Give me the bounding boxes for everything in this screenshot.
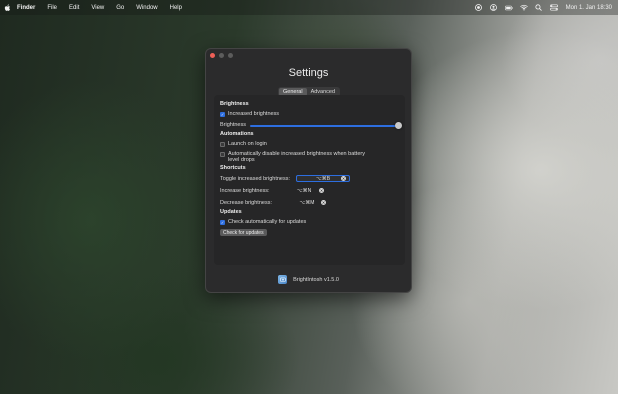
increased-brightness-option[interactable]: ✓ Increased brightness [220,111,279,117]
window-title: Settings [288,67,329,79]
search-icon[interactable] [535,4,543,12]
app-version: BrightIntosh v1.5.0 [293,276,339,283]
decrease-brightness-shortcut-field[interactable]: ⌥⌘M [289,199,325,206]
brightness-slider-track[interactable] [250,125,398,127]
decrease-brightness-shortcut-label: Decrease brightness: [220,200,272,206]
toggle-brightness-shortcut-label: Toggle increased brightness: [220,176,291,182]
brightintosh-app-icon [278,275,288,284]
minimize-window-button[interactable] [219,53,224,58]
launch-on-login-checkbox[interactable] [220,141,225,147]
control-center-icon[interactable] [549,4,558,12]
window-controls [210,53,237,58]
menu-window[interactable]: Window [136,5,157,11]
launch-on-login-label: Launch on login [228,141,267,147]
increased-brightness-checkbox[interactable]: ✓ [220,111,225,117]
battery-icon[interactable] [504,4,513,12]
wifi-icon[interactable] [519,4,528,12]
menu-help[interactable]: Help [170,5,182,11]
menu-view[interactable]: View [91,5,104,11]
close-window-button[interactable] [210,53,215,58]
settings-panel: Brightness ✓ Increased brightness Bright… [214,95,405,265]
increase-brightness-shortcut-label: Increase brightness: [220,188,270,194]
toggle-brightness-shortcut-value: ⌥⌘B [315,175,331,182]
launch-on-login-option[interactable]: Launch on login [220,141,267,147]
check-for-updates-button[interactable]: Check for updates [220,229,267,236]
decrease-brightness-shortcut-value: ⌥⌘M [299,199,315,206]
increase-brightness-shortcut-value: ⌥⌘N [296,187,312,194]
auto-update-option[interactable]: ✓ Check automatically for updates [220,219,306,225]
brightness-heading: Brightness [220,101,249,107]
menu-finder[interactable]: Finder [17,5,35,11]
menu-go[interactable]: Go [116,5,124,11]
clear-toggle-shortcut-icon[interactable]: ✕ [341,176,346,181]
clear-decrease-shortcut-icon[interactable]: ✕ [321,200,326,205]
clear-increase-shortcut-icon[interactable]: ✕ [319,188,324,193]
settings-window: Settings General Advanced Brightness ✓ I… [205,48,412,293]
auto-update-checkbox[interactable]: ✓ [220,219,225,225]
record-icon[interactable] [475,4,483,12]
user-icon[interactable] [490,4,498,12]
apple-logo-icon[interactable] [4,3,11,12]
menu-bar-clock[interactable]: Mon 1. Jan 18:30 [566,5,612,11]
battery-disable-label-line2: level drops [228,157,255,163]
increase-brightness-shortcut-field[interactable]: ⌥⌘N [286,187,322,194]
auto-update-label: Check automatically for updates [228,219,307,225]
brightness-slider-thumb[interactable] [394,122,402,129]
menu-edit[interactable]: Edit [69,5,79,11]
about-footer: BrightIntosh v1.5.0 [206,275,411,284]
automations-heading: Automations [220,131,254,137]
brightness-slider-label: Brightness [220,122,246,128]
zoom-window-button[interactable] [228,53,233,58]
increased-brightness-label: Increased brightness [228,111,280,117]
menu-bar: Finder File Edit View Go Window Help Mon… [0,0,618,15]
menu-file[interactable]: File [47,5,57,11]
battery-disable-checkbox[interactable] [220,151,225,157]
updates-heading: Updates [220,209,242,215]
battery-disable-option[interactable]: Automatically disable increased brightne… [220,151,365,163]
shortcuts-heading: Shortcuts [220,165,246,171]
battery-disable-label: Automatically disable increased brightne… [228,151,365,163]
